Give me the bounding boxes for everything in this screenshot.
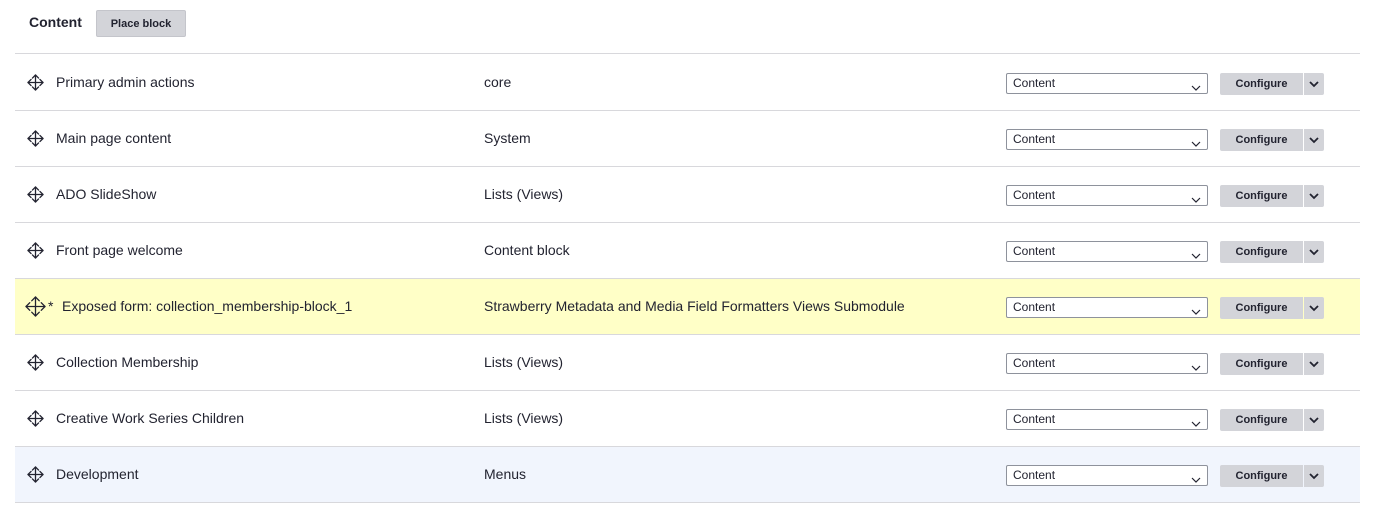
block-label: Front page welcome [56, 242, 183, 258]
block-label: ADO SlideShow [56, 186, 157, 202]
chevron-down-icon [1191, 359, 1201, 371]
block-table: Primary admin actions core Content Confi… [15, 55, 1360, 503]
block-category: System [484, 130, 531, 146]
region-select[interactable]: Content [1006, 185, 1208, 206]
dropbutton-toggle[interactable] [1304, 185, 1324, 207]
region-select-value: Content [1013, 244, 1056, 258]
configure-button[interactable]: Configure [1220, 129, 1303, 151]
block-label: Exposed form: collection_membership-bloc… [62, 298, 353, 314]
region-select[interactable]: Content [1006, 297, 1208, 318]
drag-handle-icon[interactable] [27, 186, 44, 203]
region-select[interactable]: Content [1006, 409, 1208, 430]
block-category: Lists (Views) [484, 186, 564, 202]
block-category: Lists (Views) [484, 410, 564, 426]
dropbutton-toggle[interactable] [1304, 129, 1324, 151]
block-category: core [484, 74, 512, 90]
drag-handle-icon[interactable] [27, 74, 44, 91]
place-block-button[interactable]: Place block [96, 10, 186, 37]
dropbutton-toggle[interactable] [1304, 73, 1324, 95]
configure-button[interactable]: Configure [1220, 409, 1303, 431]
table-row: * Exposed form: collection_membership-bl… [15, 279, 1360, 335]
configure-button[interactable]: Configure [1220, 465, 1303, 487]
block-label: Collection Membership [56, 354, 199, 370]
region-select-value: Content [1013, 132, 1056, 146]
block-label: Development [56, 466, 139, 482]
region-select-value: Content [1013, 188, 1056, 202]
configure-button[interactable]: Configure [1220, 297, 1303, 319]
configure-button[interactable]: Configure [1220, 73, 1303, 95]
chevron-down-icon [1191, 191, 1201, 203]
region-select-value: Content [1013, 356, 1056, 370]
region-header: Content Place block [15, 0, 1360, 54]
table-row: ADO SlideShow Lists (Views) Content Conf… [15, 167, 1360, 223]
configure-button[interactable]: Configure [1220, 185, 1303, 207]
region-select[interactable]: Content [1006, 353, 1208, 374]
block-label: Main page content [56, 130, 172, 146]
drag-handle-icon[interactable] [27, 410, 44, 427]
dropbutton-toggle[interactable] [1304, 297, 1324, 319]
table-row: Front page welcome Content block Content… [15, 223, 1360, 279]
table-row: Creative Work Series Children Lists (Vie… [15, 391, 1360, 447]
chevron-down-icon [1191, 135, 1201, 147]
region-select[interactable]: Content [1006, 129, 1208, 150]
dropbutton-toggle[interactable] [1304, 241, 1324, 263]
chevron-down-icon [1191, 303, 1201, 315]
region-title: Content [29, 14, 82, 30]
configure-button[interactable]: Configure [1220, 353, 1303, 375]
drag-handle-icon[interactable] [27, 466, 44, 483]
block-category: Lists (Views) [484, 354, 564, 370]
drag-handle-icon[interactable] [25, 296, 46, 317]
dropbutton-toggle[interactable] [1304, 353, 1324, 375]
table-row: Collection Membership Lists (Views) Cont… [15, 335, 1360, 391]
block-category: Strawberry Metadata and Media Field Form… [484, 298, 905, 314]
block-category: Content block [484, 242, 570, 258]
region-select[interactable]: Content [1006, 465, 1208, 486]
dropbutton-toggle[interactable] [1304, 409, 1324, 431]
drag-handle-icon[interactable] [27, 242, 44, 259]
region-select[interactable]: Content [1006, 241, 1208, 262]
drag-handle-icon[interactable] [27, 354, 44, 371]
chevron-down-icon [1191, 471, 1201, 483]
table-row: Primary admin actions core Content Confi… [15, 55, 1360, 111]
table-row: Main page content System Content Configu… [15, 111, 1360, 167]
configure-button[interactable]: Configure [1220, 241, 1303, 263]
chevron-down-icon [1191, 415, 1201, 427]
block-label: Primary admin actions [56, 74, 195, 90]
chevron-down-icon [1191, 79, 1201, 91]
block-category: Menus [484, 466, 527, 482]
table-row: Development Menus Content Configure [15, 447, 1360, 503]
changed-marker: * [48, 298, 54, 314]
region-select-value: Content [1013, 76, 1056, 90]
region-select-value: Content [1013, 412, 1056, 426]
region-select[interactable]: Content [1006, 73, 1208, 94]
chevron-down-icon [1191, 247, 1201, 259]
region-select-value: Content [1013, 300, 1056, 314]
drag-handle-icon[interactable] [27, 130, 44, 147]
dropbutton-toggle[interactable] [1304, 465, 1324, 487]
region-select-value: Content [1013, 468, 1056, 482]
block-label: Creative Work Series Children [56, 410, 245, 426]
